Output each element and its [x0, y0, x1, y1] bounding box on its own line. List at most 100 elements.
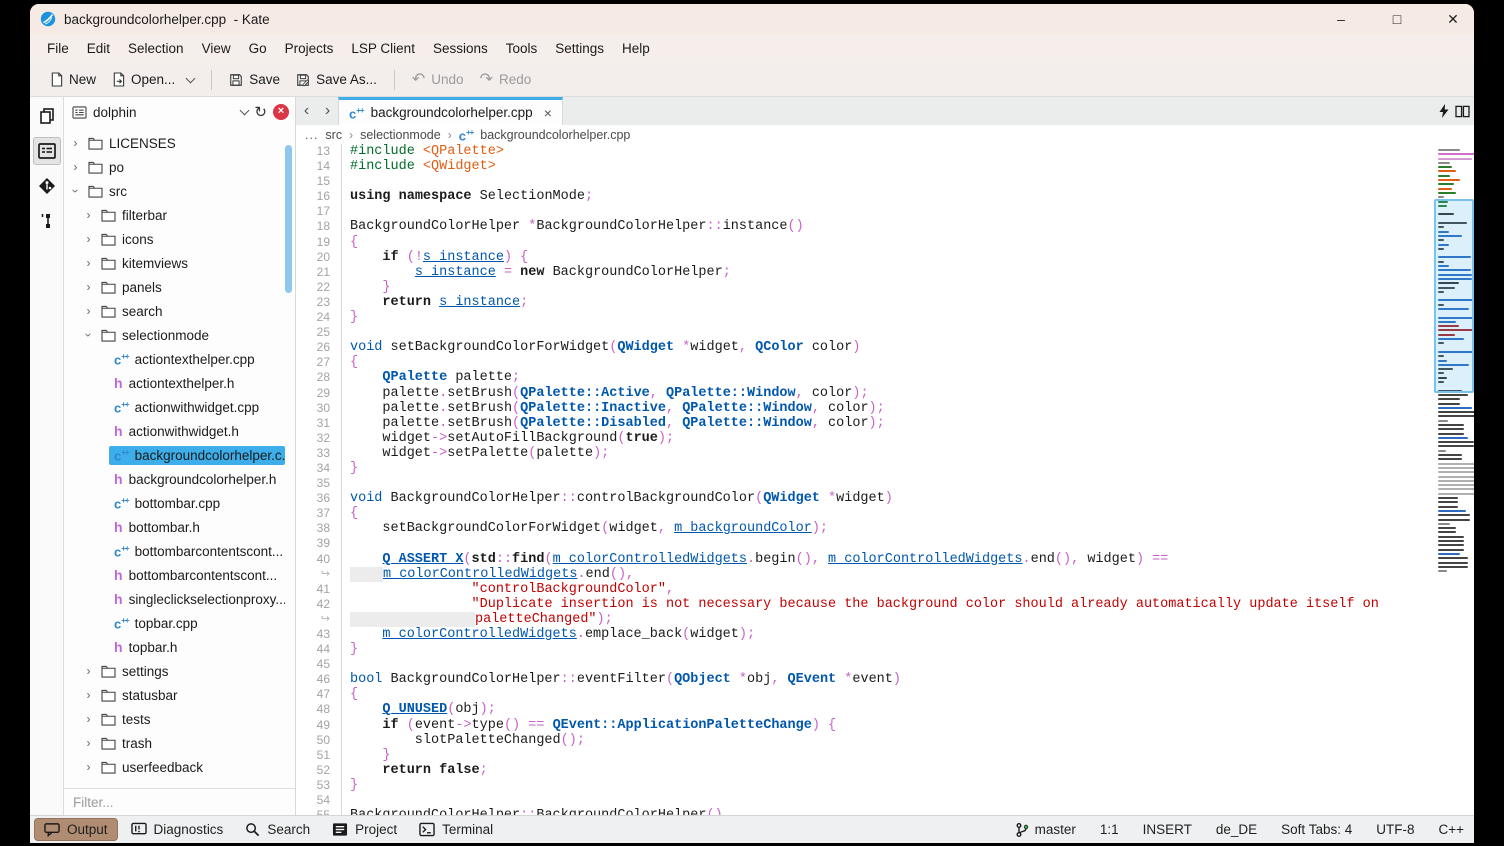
toolbar-redo-button[interactable]: ↷Redo: [472, 68, 540, 91]
project-dropdown-chevron-icon[interactable]: [240, 106, 250, 116]
tree-scrollbar-thumb[interactable]: [285, 145, 292, 293]
code-line[interactable]: 22 }: [296, 280, 1434, 295]
tree-expander-icon[interactable]: ›: [83, 256, 94, 270]
statusbar-terminal-button[interactable]: Terminal: [410, 819, 502, 840]
code-line[interactable]: 51 }: [296, 748, 1434, 763]
code-line[interactable]: 41 "controlBackgroundColor",: [296, 582, 1434, 597]
tree-row[interactable]: ›panels: [64, 275, 295, 299]
tree-item-topbar-h[interactable]: htopbar.h: [109, 638, 182, 657]
minimap[interactable]: [1434, 125, 1474, 815]
tree-row[interactable]: ›search: [64, 299, 295, 323]
tree-row[interactable]: ›tests: [64, 707, 295, 731]
tree-item-actionwithwidget-cpp[interactable]: c++actionwithwidget.cpp: [109, 398, 264, 417]
tree-row[interactable]: hactionwithwidget.h: [64, 419, 295, 443]
menu-edit[interactable]: Edit: [78, 37, 119, 60]
code-line[interactable]: 43 m_colorControlledWidgets.emplace_back…: [296, 627, 1434, 642]
split-view-icon[interactable]: [1455, 105, 1470, 118]
code-line[interactable]: 32 widget->setAutoFillBackground(true);: [296, 431, 1434, 446]
tree-row[interactable]: ›icons: [64, 227, 295, 251]
code-line[interactable]: 30 palette.setBrush(QPalette::Inactive, …: [296, 401, 1434, 416]
tree-item-tests[interactable]: tests: [96, 710, 156, 729]
tree-item-singleclickselectionproxy-[interactable]: hsingleclickselectionproxy...: [109, 590, 285, 609]
code-line[interactable]: 46bool BackgroundColorHelper::eventFilte…: [296, 672, 1434, 687]
tree-item-bottombarcontentscont-[interactable]: c++bottombarcontentscont...: [109, 542, 285, 561]
tree-row[interactable]: c++actiontexthelper.cpp: [64, 347, 295, 371]
open-dropdown-chevron-icon[interactable]: [186, 73, 196, 83]
tree-item-kitemviews[interactable]: kitemviews: [96, 254, 193, 273]
statusbar-insert[interactable]: INSERT: [1143, 822, 1192, 837]
menu-sessions[interactable]: Sessions: [424, 37, 497, 60]
tab-backgroundcolorhelper[interactable]: c++ backgroundcolorhelper.cpp ×: [338, 97, 563, 125]
code-line[interactable]: 17: [296, 204, 1434, 219]
tree-item-trash[interactable]: trash: [96, 734, 157, 753]
menu-settings[interactable]: Settings: [546, 37, 613, 60]
statusbar-project-button[interactable]: Project: [323, 819, 406, 840]
code-line[interactable]: 31 palette.setBrush(QPalette::Disabled, …: [296, 416, 1434, 431]
quick-actions-icon[interactable]: [1438, 104, 1450, 118]
code-line[interactable]: 36void BackgroundColorHelper::controlBac…: [296, 491, 1434, 506]
tree-expander-icon[interactable]: ›: [83, 712, 94, 726]
tree-row[interactable]: c++bottombarcontentscont...: [64, 539, 295, 563]
code-line[interactable]: 15: [296, 174, 1434, 189]
statusbar-utf-8[interactable]: UTF-8: [1376, 822, 1414, 837]
tree-item-panels[interactable]: panels: [96, 278, 167, 297]
toolbar-new-button[interactable]: New: [42, 68, 104, 91]
code-line[interactable]: ↪paletteChanged");: [296, 612, 1434, 627]
code-line[interactable]: 45: [296, 657, 1434, 672]
nav-forward-button[interactable]: ›: [317, 97, 338, 125]
tree-row[interactable]: ›trash: [64, 731, 295, 755]
tree-item-settings[interactable]: settings: [96, 662, 174, 681]
toolbar-save-button[interactable]: Save: [221, 68, 288, 91]
statusbar-search-button[interactable]: Search: [236, 819, 319, 840]
tree-item-userfeedback[interactable]: userfeedback: [96, 758, 208, 777]
code-line[interactable]: 14#include <QWidget>: [296, 159, 1434, 174]
window-maximize-button[interactable]: □: [1388, 11, 1406, 27]
tree-item-search[interactable]: search: [96, 302, 168, 321]
tree-expander-icon[interactable]: ›: [83, 280, 94, 294]
statusbar-de-de[interactable]: de_DE: [1216, 822, 1257, 837]
tree-row[interactable]: hbackgroundcolorhelper.h: [64, 467, 295, 491]
menu-go[interactable]: Go: [240, 37, 276, 60]
code-line[interactable]: 37{: [296, 506, 1434, 521]
tree-row[interactable]: hbottombarcontentscont...: [64, 563, 295, 587]
code-line[interactable]: 39: [296, 536, 1434, 551]
tree-filter-input[interactable]: [64, 789, 295, 815]
tree-row[interactable]: ›userfeedback: [64, 755, 295, 779]
statusbar-output-button[interactable]: Output: [34, 818, 118, 841]
toolbar-saveas-button[interactable]: Save As...: [288, 68, 385, 91]
tree-row[interactable]: hsingleclickselectionproxy...: [64, 587, 295, 611]
tree-item-filterbar[interactable]: filterbar: [96, 206, 172, 225]
statusbar-soft-tabs-4[interactable]: Soft Tabs: 4: [1281, 822, 1352, 837]
breadcrumb-file[interactable]: backgroundcolorhelper.cpp: [480, 128, 630, 142]
menu-tools[interactable]: Tools: [497, 37, 547, 60]
code-line[interactable]: 49 if (event->type() == QEvent::Applicat…: [296, 718, 1434, 733]
code-line[interactable]: 33 widget->setPalette(palette);: [296, 446, 1434, 461]
tree-row[interactable]: ›kitemviews: [64, 251, 295, 275]
code-line[interactable]: 52 return false;: [296, 763, 1434, 778]
tree-item-actiontexthelper-h[interactable]: hactiontexthelper.h: [109, 374, 239, 393]
tree-item-po[interactable]: po: [83, 158, 129, 177]
toolview-documents-button[interactable]: [33, 102, 61, 130]
code-line[interactable]: 28 QPalette palette;: [296, 370, 1434, 385]
nav-back-button[interactable]: ‹: [296, 97, 317, 125]
toolview-git-button[interactable]: [33, 172, 61, 200]
tree-row[interactable]: ›src: [64, 179, 295, 203]
tree-expander-icon[interactable]: ›: [70, 136, 81, 150]
project-refresh-icon[interactable]: ↻: [254, 103, 267, 121]
tree-row[interactable]: htopbar.h: [64, 635, 295, 659]
tree-item-icons[interactable]: icons: [96, 230, 159, 249]
code-line[interactable]: 13#include <QPalette>: [296, 144, 1434, 159]
code-editor[interactable]: 13#include <QPalette>14#include <QWidget…: [296, 144, 1434, 815]
window-close-button[interactable]: ✕: [1444, 11, 1462, 28]
tree-expander-icon[interactable]: ›: [83, 304, 94, 318]
tree-item-topbar-cpp[interactable]: c++topbar.cpp: [109, 614, 203, 633]
code-line[interactable]: 40 Q_ASSERT_X(std::find(m_colorControlle…: [296, 552, 1434, 567]
code-line[interactable]: 29 palette.setBrush(QPalette::Active, QP…: [296, 386, 1434, 401]
code-line[interactable]: 21 s_instance = new BackgroundColorHelpe…: [296, 265, 1434, 280]
code-line[interactable]: 47{: [296, 687, 1434, 702]
code-line[interactable]: 54: [296, 793, 1434, 808]
code-line[interactable]: 25: [296, 325, 1434, 340]
minimap-viewport[interactable]: [1434, 199, 1474, 393]
code-line[interactable]: 38 setBackgroundColorForWidget(widget, m…: [296, 521, 1434, 536]
tree-item-bottombar-h[interactable]: hbottombar.h: [109, 518, 205, 537]
